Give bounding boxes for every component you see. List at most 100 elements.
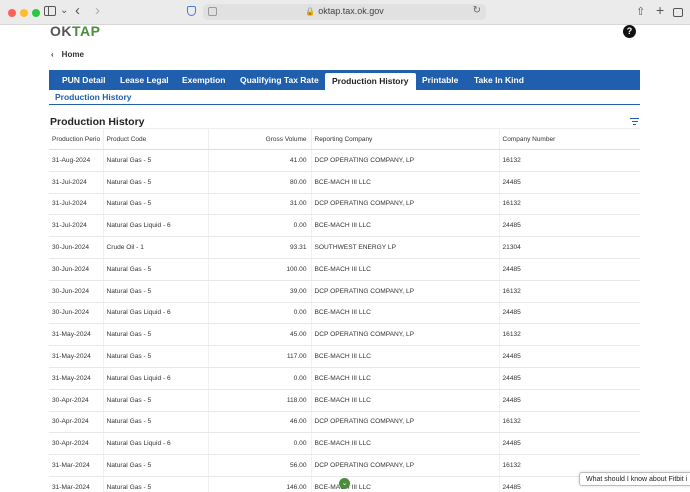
cell-gross-volume: 0.00 xyxy=(207,367,311,390)
cell-production-period: 30-Jun-2024 xyxy=(49,302,103,325)
tab-lease-legal[interactable]: Lease Legal xyxy=(113,70,176,90)
cell-company-number: 16132 xyxy=(498,323,640,347)
home-label: Home xyxy=(61,50,84,59)
table-row[interactable]: 30-Apr-2024 Natural Gas - 5 118.00 BCE-MACH… xyxy=(49,389,640,412)
back-button[interactable]: ‹ xyxy=(75,3,80,19)
cell-production-period: 31-Jul-2024 xyxy=(49,193,103,216)
cell-gross-volume: 118.00 xyxy=(207,389,311,412)
cell-gross-volume: 39.00 xyxy=(207,280,311,303)
table-row[interactable]: 31-Aug-2024 Natural Gas - 5 41.00 DCP OPERA… xyxy=(49,149,640,172)
cell-company-number: 24485 xyxy=(498,214,640,238)
column-header-production-period[interactable]: Production Perio xyxy=(49,128,103,150)
cell-gross-volume: 93.31 xyxy=(207,236,311,259)
chevron-down-icon[interactable]: ⌄ xyxy=(60,5,68,16)
close-window-button[interactable] xyxy=(8,9,16,17)
cell-product-code: Natural Gas - 5 xyxy=(102,345,208,368)
subtab-production-history[interactable]: Production History xyxy=(55,92,132,102)
cell-reporting-company: BCE-MACH III LLC xyxy=(310,214,499,238)
minimize-window-button[interactable] xyxy=(20,9,28,17)
cell-reporting-company: DCP OPERATING COMPANY, LP xyxy=(310,454,499,477)
cell-reporting-company: BCE-MACH III LLC xyxy=(310,345,499,368)
table-row[interactable]: 31-Jul-2024 Natural Gas Liquid - 6 0.00 BCE… xyxy=(49,214,640,238)
cell-gross-volume: 41.00 xyxy=(207,149,311,172)
cell-product-code: Natural Gas - 5 xyxy=(102,258,208,281)
cell-company-number: 24485 xyxy=(498,367,640,390)
cell-reporting-company: BCE-MACH III LLC xyxy=(310,389,499,412)
table-row[interactable]: 31-May-2024 Natural Gas Liquid - 6 0.00 BCE… xyxy=(49,367,640,390)
tab-overview-icon[interactable] xyxy=(673,8,683,17)
cell-product-code: Natural Gas Liquid - 6 xyxy=(102,302,208,325)
cell-company-number: 16132 xyxy=(498,280,640,303)
table-row[interactable]: 30-Jun-2024 Natural Gas Liquid - 6 0.00 BCE… xyxy=(49,302,640,325)
cell-company-number: 16132 xyxy=(498,193,640,216)
share-icon[interactable]: ⇧ xyxy=(636,5,645,18)
zoom-window-button[interactable] xyxy=(32,9,40,17)
table-row[interactable]: 31-May-2024 Natural Gas - 5 45.00 DCP OPERA… xyxy=(49,323,640,347)
chat-prompt-bubble[interactable]: What should I know about Fitbit i xyxy=(579,472,690,486)
cell-gross-volume: 80.00 xyxy=(207,171,311,194)
lock-icon: 🔒 xyxy=(305,7,316,16)
cell-product-code: Natural Gas Liquid - 6 xyxy=(102,214,208,238)
tab-take-in-kind[interactable]: Take In Kind xyxy=(467,70,531,90)
filter-icon[interactable] xyxy=(630,118,639,125)
cell-production-period: 31-Jul-2024 xyxy=(49,171,103,194)
cell-company-number: 24485 xyxy=(498,389,640,412)
cell-company-number: 24485 xyxy=(498,171,640,194)
address-bar[interactable]: 🔒 oktap.tax.ok.gov ↻ xyxy=(203,4,486,20)
cell-production-period: 30-Apr-2024 xyxy=(49,432,103,456)
cell-gross-volume: 100.00 xyxy=(207,258,311,281)
table-row[interactable]: 30-Jun-2024 Natural Gas - 5 100.00 BCE-MACH… xyxy=(49,258,640,281)
table-row[interactable]: 30-Jun-2024 Crude Oil - 1 93.31 SOUTHWEST E… xyxy=(49,236,640,259)
cell-company-number: 24485 xyxy=(498,258,640,281)
cell-production-period: 31-Jul-2024 xyxy=(49,214,103,238)
oktap-logo[interactable]: OKTAP xyxy=(50,23,100,39)
forward-button[interactable]: › xyxy=(95,3,100,19)
scroll-down-icon[interactable]: ⌄ xyxy=(339,478,350,489)
cell-gross-volume: 0.00 xyxy=(207,432,311,456)
sidebar-toggle-icon[interactable] xyxy=(44,6,56,16)
cell-product-code: Natural Gas - 5 xyxy=(102,193,208,216)
tab-printable[interactable]: Printable xyxy=(415,70,465,90)
cell-production-period: 31-Mar-2024 xyxy=(49,476,103,492)
cell-company-number: 16132 xyxy=(498,149,640,172)
cell-product-code: Natural Gas Liquid - 6 xyxy=(102,432,208,456)
table-row[interactable]: 31-Jul-2024 Natural Gas - 5 31.00 DCP OPERA… xyxy=(49,193,640,216)
table-row[interactable]: 31-May-2024 Natural Gas - 5 117.00 BCE-MACH… xyxy=(49,345,640,368)
tab-qualifying-tax-rate[interactable]: Qualifying Tax Rate xyxy=(233,70,326,90)
production-history-table: Production Perio Product Code Gross Volu… xyxy=(49,128,640,492)
table-body: 31-Aug-2024 Natural Gas - 5 41.00 DCP OPERA… xyxy=(49,149,640,492)
cell-reporting-company: SOUTHWEST ENERGY LP xyxy=(310,236,499,259)
new-tab-icon[interactable]: + xyxy=(656,2,664,18)
privacy-shield-icon[interactable] xyxy=(187,6,196,16)
cell-product-code: Crude Oil - 1 xyxy=(102,236,208,259)
tab-exemption[interactable]: Exemption xyxy=(175,70,232,90)
table-row[interactable]: 31-Jul-2024 Natural Gas - 5 80.00 BCE-MACH … xyxy=(49,171,640,194)
table-row[interactable]: 30-Apr-2024 Natural Gas - 5 46.00 DCP OPERA… xyxy=(49,411,640,434)
tab-pun-detail[interactable]: PUN Detail xyxy=(55,70,112,90)
cell-reporting-company: DCP OPERATING COMPANY, LP xyxy=(310,193,499,216)
column-header-product-code[interactable]: Product Code xyxy=(102,128,208,150)
cell-product-code: Natural Gas Liquid - 6 xyxy=(102,367,208,390)
column-header-gross-volume[interactable]: Gross Volume xyxy=(207,128,311,150)
cell-product-code: Natural Gas - 5 xyxy=(102,389,208,412)
cell-reporting-company: DCP OPERATING COMPANY, LP xyxy=(310,323,499,347)
url-text: 🔒 oktap.tax.ok.gov xyxy=(203,6,486,16)
cell-production-period: 31-May-2024 xyxy=(49,345,103,368)
table-row[interactable]: 30-Apr-2024 Natural Gas Liquid - 6 0.00 BCE… xyxy=(49,432,640,456)
cell-company-number: 21304 xyxy=(498,236,640,259)
cell-reporting-company: DCP OPERATING COMPANY, LP xyxy=(310,280,499,303)
reload-icon[interactable]: ↻ xyxy=(473,5,481,16)
column-header-reporting-company[interactable]: Reporting Company xyxy=(310,128,499,150)
logo-ok: OK xyxy=(50,23,72,39)
table-row[interactable]: 31-Mar-2024 Natural Gas - 5 56.00 DCP OPERA… xyxy=(49,454,640,477)
cell-company-number: 24485 xyxy=(498,302,640,325)
back-arrow-icon: ‹ xyxy=(51,50,54,59)
home-link[interactable]: ‹ Home xyxy=(51,50,84,59)
table-row[interactable]: 30-Jun-2024 Natural Gas - 5 39.00 DCP OPERA… xyxy=(49,280,640,303)
cell-reporting-company: BCE-MACH III LLC xyxy=(310,258,499,281)
cell-product-code: Natural Gas - 5 xyxy=(102,149,208,172)
column-header-company-number[interactable]: Company Number xyxy=(498,128,640,150)
tab-production-history[interactable]: Production History xyxy=(325,73,416,90)
cell-production-period: 31-Mar-2024 xyxy=(49,454,103,477)
help-icon[interactable]: ? xyxy=(623,25,636,38)
